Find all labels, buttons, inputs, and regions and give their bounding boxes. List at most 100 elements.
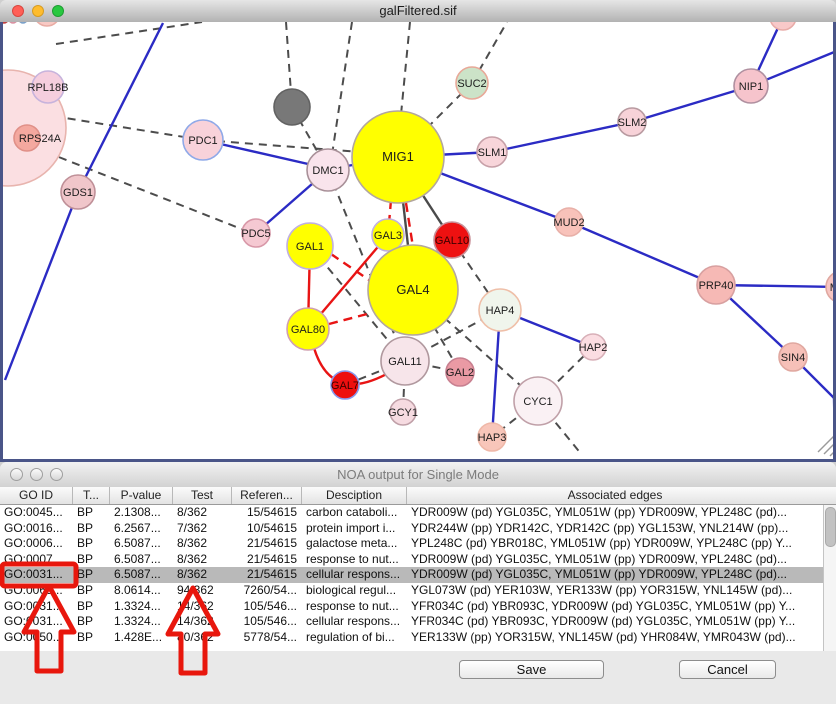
column-header-6[interactable]: Associated edges xyxy=(407,487,823,504)
network-node-gray-node[interactable] xyxy=(274,89,310,125)
table-cell: 21/54615 xyxy=(232,536,302,552)
network-node-top-node-b[interactable] xyxy=(770,22,796,30)
table-cell: biological regul... xyxy=(302,583,407,599)
window-border-left xyxy=(0,22,3,462)
table-cell: GO:0006... xyxy=(0,536,73,552)
network-edge-reddash xyxy=(329,313,371,324)
table-cell: galactose meta... xyxy=(302,536,407,552)
graph-window-title: galFiltered.sif xyxy=(0,0,836,22)
node-label-gal2: GAL2 xyxy=(446,367,474,379)
close-button-icon[interactable] xyxy=(10,468,23,481)
table-row[interactable]: GO:0016...BP6.2567...7/36210/54615protei… xyxy=(0,521,823,537)
node-label-gal1: GAL1 xyxy=(296,241,324,253)
table-cell: GO:0045... xyxy=(0,505,73,521)
node-label-slm2: SLM2 xyxy=(618,117,647,129)
network-node-top-node-a[interactable] xyxy=(34,22,60,26)
table-cell: YDR244W (pp) YDR142C, YDR142C (pp) YGL15… xyxy=(407,521,823,537)
column-header-1[interactable]: T... xyxy=(73,487,110,504)
network-canvas[interactable]: RPL18BRPS24AGDS1PDC1PDC5DMC1MIG1SUC2SLM1… xyxy=(0,22,836,459)
close-button-icon[interactable] xyxy=(12,5,24,17)
table-row[interactable]: GO:0031...BP6.5087...8/36221/54615cellul… xyxy=(0,567,823,583)
table-cell: BP xyxy=(73,521,110,537)
table-cell: 8/362 xyxy=(173,536,232,552)
zoom-button-icon[interactable] xyxy=(50,468,63,481)
table-cell: BP xyxy=(73,599,110,615)
table-cell: 105/546... xyxy=(232,599,302,615)
zoom-button-icon[interactable] xyxy=(52,5,64,17)
table-cell: 6.5087... xyxy=(110,552,173,568)
network-graph: RPL18BRPS24AGDS1PDC1PDC5DMC1MIG1SUC2SLM1… xyxy=(0,22,836,459)
table-row[interactable]: GO:0006...BP6.5087...8/36221/54615galact… xyxy=(0,536,823,552)
table-cell: 5778/54... xyxy=(232,630,302,646)
table-cell: response to nut... xyxy=(302,552,407,568)
table-cell: BP xyxy=(73,583,110,599)
table-cell: 1.3324... xyxy=(110,614,173,630)
noa-window-title: NOA output for Single Mode xyxy=(0,462,836,487)
table-cell: regulation of bi... xyxy=(302,630,407,646)
cancel-button[interactable]: Cancel xyxy=(679,660,776,679)
network-edge-blue xyxy=(569,222,716,285)
table-row[interactable]: GO:0065...BP8.0614...94/3627260/54...bio… xyxy=(0,583,823,599)
table-cell: YFR034C (pd) YBR093C, YDR009W (pd) YGL03… xyxy=(407,614,823,630)
table-cell: BP xyxy=(73,536,110,552)
node-label-gal3: GAL3 xyxy=(374,230,402,242)
node-label-nip1: NIP1 xyxy=(739,81,763,93)
table-cell: 8/362 xyxy=(173,552,232,568)
minimize-button-icon[interactable] xyxy=(32,5,44,17)
node-label-cyc1: CYC1 xyxy=(523,396,552,408)
table-cell: GO:0007... xyxy=(0,552,73,568)
network-edge-blue xyxy=(632,86,751,122)
table-cell: 2.1308... xyxy=(110,505,173,521)
table-cell: cellular respons... xyxy=(302,614,407,630)
node-label-sin4: SIN4 xyxy=(781,352,805,364)
table-cell: 21/54615 xyxy=(232,567,302,583)
column-header-3[interactable]: Test xyxy=(173,487,232,504)
table-cell: 21/54615 xyxy=(232,552,302,568)
column-header-0[interactable]: GO ID xyxy=(0,487,73,504)
node-label-rpl18b: RPL18B xyxy=(28,82,69,94)
network-edge-dash xyxy=(56,22,202,44)
vertical-scrollbar[interactable] xyxy=(823,505,836,651)
column-header-2[interactable]: P-value xyxy=(110,487,173,504)
table-cell: BP xyxy=(73,614,110,630)
node-label-gds1: GDS1 xyxy=(63,187,93,199)
table-cell: BP xyxy=(73,567,110,583)
table-cell: BP xyxy=(73,630,110,646)
table-cell: 14/362 xyxy=(173,614,232,630)
save-button[interactable]: Save xyxy=(459,660,604,679)
minimize-button-icon[interactable] xyxy=(30,468,43,481)
table-cell: GO:0031... xyxy=(0,599,73,615)
table-cell: GO:0031... xyxy=(0,614,73,630)
table-row[interactable]: GO:0045...BP2.1308...8/36215/54615carbon… xyxy=(0,505,823,521)
node-label-hap4: HAP4 xyxy=(486,305,515,317)
table-cell: carbon cataboli... xyxy=(302,505,407,521)
network-edge-blue xyxy=(492,122,632,152)
table-cell: YDR009W (pd) YGL035C, YML051W (pp) YDR00… xyxy=(407,552,823,568)
table-row[interactable]: GO:0031...BP1.3324...14/362105/546...res… xyxy=(0,599,823,615)
table-row[interactable]: GO:0050...BP1.428E...80/3625778/54...reg… xyxy=(0,630,823,646)
node-label-suc2: SUC2 xyxy=(457,78,486,90)
table-row[interactable]: GO:0007...BP6.5087...8/36221/54615respon… xyxy=(0,552,823,568)
node-label-gcy1: GCY1 xyxy=(388,407,418,419)
node-label-gal10: GAL10 xyxy=(435,235,469,247)
column-header-5[interactable]: Desciption xyxy=(302,487,407,504)
table-cell: 105/546... xyxy=(232,614,302,630)
table-cell: 6.2567... xyxy=(110,521,173,537)
table-cell: YDR009W (pd) YGL035C, YML051W (pp) YDR00… xyxy=(407,567,823,583)
table-cell: 80/362 xyxy=(173,630,232,646)
node-label-prp40: PRP40 xyxy=(699,280,734,292)
table-row[interactable]: GO:0031...BP1.3324...14/362105/546...cel… xyxy=(0,614,823,630)
column-header-4[interactable]: Referen... xyxy=(232,487,302,504)
table-header: GO IDT...P-valueTestReferen...Desciption… xyxy=(0,487,836,505)
table-cell: GO:0031... xyxy=(0,567,73,583)
network-node-frag-3[interactable] xyxy=(19,22,27,23)
graph-window-titlebar: galFiltered.sif xyxy=(0,0,836,23)
node-label-hap3: HAP3 xyxy=(478,432,507,444)
table-cell: 8/362 xyxy=(173,567,232,583)
network-node-frag-2[interactable] xyxy=(9,22,17,23)
table-cell: 8/362 xyxy=(173,505,232,521)
table-cell: 8.0614... xyxy=(110,583,173,599)
table-cell: BP xyxy=(73,505,110,521)
scrollbar-thumb[interactable] xyxy=(825,507,836,547)
table-cell: 10/54615 xyxy=(232,521,302,537)
